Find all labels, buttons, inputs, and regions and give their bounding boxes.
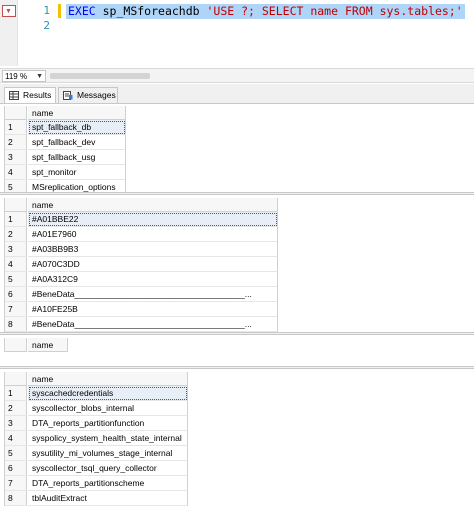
grid-corner[interactable] [5,338,27,352]
grid-corner[interactable] [5,106,27,120]
grid-corner[interactable] [5,372,27,386]
table-cell[interactable]: syspolicy_system_health_state_internal [28,431,188,446]
table-cell[interactable]: syscollector_blobs_internal [28,401,188,416]
messages-icon [63,91,73,100]
query-editor[interactable]: ▼ 1 2 EXEC sp_MSforeachdb 'USE ?; SELECT… [0,0,474,66]
table-cell[interactable]: sysutility_mi_volumes_stage_internal [28,446,188,461]
table-cell[interactable]: spt_monitor [28,165,126,180]
editor-gutter: ▼ [0,0,18,66]
line-number: 2 [43,19,50,32]
result-grid-4[interactable]: name 1 syscachedcredentials 2 syscollector… [4,372,188,506]
row-number[interactable]: 1 [5,120,27,135]
table-cell[interactable]: DTA_reports_partitionscheme [28,476,188,491]
table-cell[interactable]: DTA_reports_partitionfunction [28,416,188,431]
row-number[interactable]: 1 [5,386,27,401]
column-header-name[interactable]: name [28,338,68,352]
editor-status-bar: 119 % ▼ [0,68,474,83]
grid-icon [9,91,19,100]
grid-splitter[interactable] [0,366,474,369]
row-number[interactable]: 7 [5,476,27,491]
chevron-down-icon: ▼ [36,73,43,80]
zoom-value: 119 % [5,72,28,81]
table-cell[interactable]: spt_fallback_usg [28,150,126,165]
tab-label: Results [23,90,52,100]
table-cell[interactable]: syscachedcredentials [28,386,188,401]
row-number[interactable]: 6 [5,287,27,302]
row-number[interactable]: 4 [5,257,27,272]
tab-results[interactable]: Results [4,87,56,103]
code-line-1[interactable]: EXEC sp_MSforeachdb 'USE ?; SELECT name … [66,4,465,19]
tab-label: Messages [77,90,116,100]
table-cell[interactable]: #BeneData_______________________________… [28,317,278,332]
table-cell[interactable]: #A0A312C9 [28,272,278,287]
row-number[interactable]: 8 [5,317,27,332]
zoom-dropdown[interactable]: 119 % ▼ [2,70,46,82]
result-grid-2[interactable]: name 1 #A01BBE22 2 #A01E7960 3 #A03BB9B3 4 #… [4,198,278,332]
table-cell[interactable]: #A01E7960 [28,227,278,242]
table-cell[interactable]: spt_fallback_dev [28,135,126,150]
grid-corner[interactable] [5,198,27,212]
table-cell[interactable]: #A10FE25B [28,302,278,317]
results-pane: name 1 spt_fallback_db 2 spt_fallback_dev … [0,104,474,514]
row-number[interactable]: 4 [5,165,27,180]
table-cell[interactable]: #A01BBE22 [28,212,278,227]
row-number[interactable]: 7 [5,302,27,317]
row-number[interactable]: 3 [5,150,27,165]
table-cell[interactable]: #BeneData_______________________________… [28,287,278,302]
row-number[interactable]: 2 [5,227,27,242]
result-grid-1[interactable]: name 1 spt_fallback_db 2 spt_fallback_dev … [4,106,126,195]
row-number[interactable]: 2 [5,135,27,150]
table-cell[interactable]: spt_fallback_db [28,120,126,135]
line-number: 1 [43,4,50,17]
table-cell[interactable]: #A070C3DD [28,257,278,272]
column-header-name[interactable]: name [28,106,126,120]
table-cell[interactable]: syscollector_tsql_query_collector [28,461,188,476]
code-string: 'USE ?; SELECT name FROM sys.tables;' [206,4,463,18]
grid-splitter[interactable] [0,192,474,195]
code-procedure: sp_MSforeachdb [95,4,207,18]
column-header-name[interactable]: name [28,372,188,386]
row-number[interactable]: 2 [5,401,27,416]
change-indicator [58,4,61,18]
grid-splitter[interactable] [0,332,474,335]
row-number[interactable]: 3 [5,242,27,257]
column-header-name[interactable]: name [28,198,278,212]
table-cell[interactable]: #A03BB9B3 [28,242,278,257]
row-number[interactable]: 1 [5,212,27,227]
row-number[interactable]: 5 [5,446,27,461]
breakpoint-marker-icon[interactable]: ▼ [2,5,16,17]
horizontal-scrollbar[interactable] [50,73,150,79]
tab-messages[interactable]: Messages [58,87,118,103]
row-number[interactable]: 4 [5,431,27,446]
row-number[interactable]: 3 [5,416,27,431]
result-grid-3[interactable]: name [4,338,68,352]
results-tabbar: Results Messages [0,84,474,104]
code-keyword: EXEC [68,4,96,18]
row-number[interactable]: 5 [5,272,27,287]
table-cell[interactable]: tblAuditExtract [28,491,188,506]
row-number[interactable]: 6 [5,461,27,476]
row-number[interactable]: 8 [5,491,27,506]
